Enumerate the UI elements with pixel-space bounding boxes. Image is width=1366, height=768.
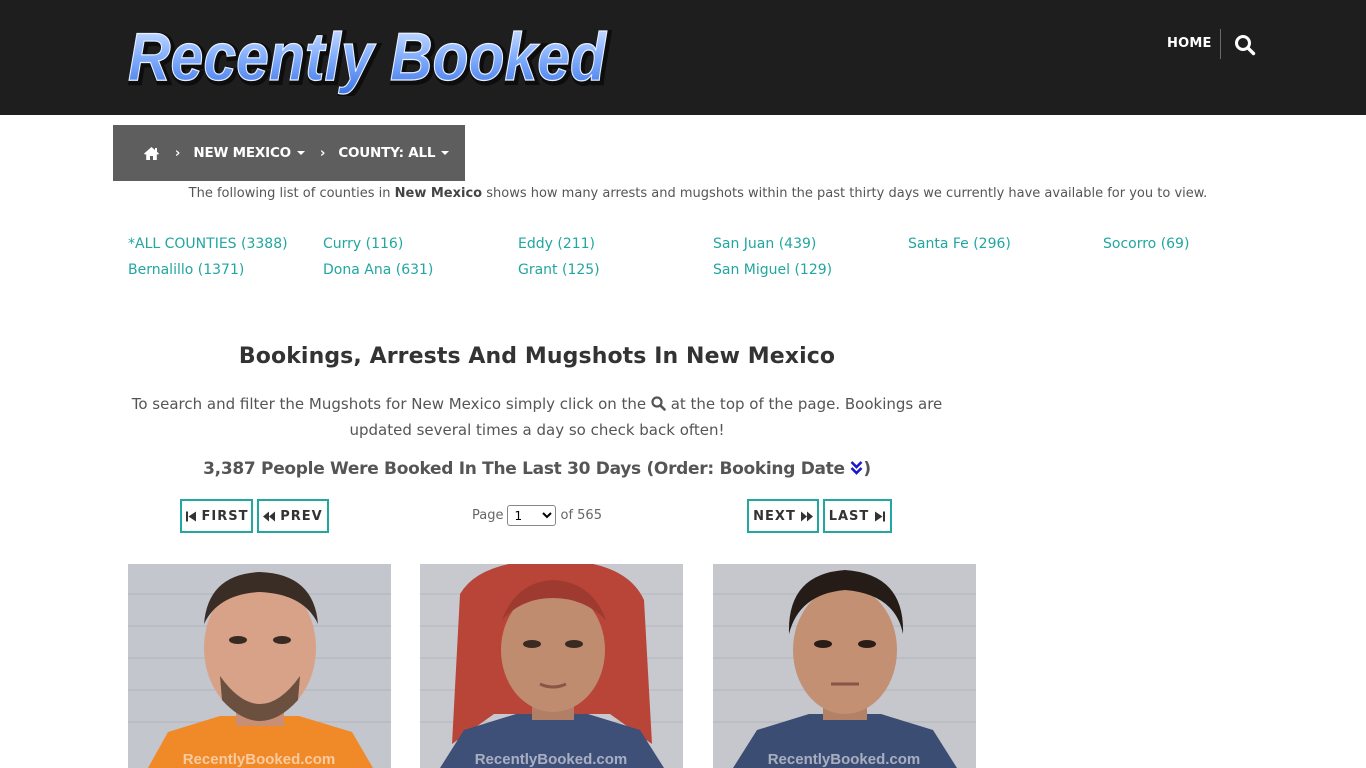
breadcrumb: › NEW MEXICO › COUNTY: ALL xyxy=(113,125,465,181)
mugshot-card[interactable]: RecentlyBooked.com xyxy=(128,564,391,768)
page-select[interactable]: 1 xyxy=(507,505,557,526)
step-backward-icon xyxy=(185,511,196,521)
nav-home-link[interactable]: HOME xyxy=(1167,36,1212,51)
intro-state: New Mexico xyxy=(394,186,483,201)
breadcrumb-state-dropdown[interactable]: NEW MEXICO xyxy=(193,145,305,161)
caret-down-icon xyxy=(296,151,305,155)
county-link-grant[interactable]: Grant (125) xyxy=(518,262,600,278)
site-logo[interactable]: Recently Booked Recently Booked xyxy=(126,16,616,96)
breadcrumb-county-label: COUNTY: ALL xyxy=(338,145,436,161)
county-link-curry[interactable]: Curry (116) xyxy=(323,236,403,252)
backward-icon xyxy=(263,511,276,521)
county-link-eddy[interactable]: Eddy (211) xyxy=(518,236,595,252)
prev-page-button[interactable]: PREV xyxy=(257,499,329,533)
last-page-button[interactable]: LAST xyxy=(823,499,892,533)
svg-text:Recently Booked: Recently Booked xyxy=(128,19,607,95)
intro-text: The following list of counties in New Me… xyxy=(0,186,1366,201)
prev-page-label: PREV xyxy=(280,508,323,524)
breadcrumb-state-label: NEW MEXICO xyxy=(193,145,291,161)
mugshot-card[interactable]: RecentlyBooked.com xyxy=(420,564,683,768)
mugshot-photo: RecentlyBooked.com xyxy=(420,564,683,768)
search-icon xyxy=(651,393,666,411)
page-selector: Page 1 of 565 xyxy=(472,505,602,526)
watermark-text: RecentlyBooked.com xyxy=(183,751,336,768)
double-chevron-down-icon[interactable] xyxy=(850,460,863,476)
intro-after: shows how many arrests and mugshots with… xyxy=(482,186,1208,201)
page-total-label: of 565 xyxy=(560,508,602,523)
step-forward-icon xyxy=(875,511,886,521)
county-link-bernalillo[interactable]: Bernalillo (1371) xyxy=(128,262,244,278)
booked-count: 3,387 People Were Booked In The Last 30 … xyxy=(128,459,946,479)
first-page-label: FIRST xyxy=(201,508,249,524)
county-link-all[interactable]: *ALL COUNTIES (3388) xyxy=(128,236,288,252)
county-link-dona-ana[interactable]: Dona Ana (631) xyxy=(323,262,433,278)
page-label: Page xyxy=(472,508,504,523)
home-icon[interactable] xyxy=(143,146,160,161)
booked-count-close: ) xyxy=(863,459,871,479)
search-icon[interactable] xyxy=(1234,34,1256,56)
intro-before: The following list of counties in xyxy=(188,186,395,201)
search-instructions-before: To search and filter the Mugshots for Ne… xyxy=(131,395,651,413)
mugshot-photo: RecentlyBooked.com xyxy=(128,564,391,768)
next-page-button[interactable]: NEXT xyxy=(747,499,819,533)
county-link-san-miguel[interactable]: San Miguel (129) xyxy=(713,262,832,278)
forward-icon xyxy=(800,511,813,521)
breadcrumb-county-dropdown[interactable]: COUNTY: ALL xyxy=(338,145,450,161)
watermark-text: RecentlyBooked.com xyxy=(475,751,628,768)
booked-count-text: 3,387 People Were Booked In The Last 30 … xyxy=(203,459,851,479)
chevron-right-icon: › xyxy=(175,145,181,161)
first-page-button[interactable]: FIRST xyxy=(180,499,253,533)
mugshot-card[interactable]: RecentlyBooked.com xyxy=(713,564,976,768)
county-link-santa-fe[interactable]: Santa Fe (296) xyxy=(908,236,1011,252)
chevron-right-icon: › xyxy=(319,145,326,161)
watermark-text: RecentlyBooked.com xyxy=(768,751,921,768)
caret-down-icon xyxy=(441,151,450,155)
county-link-san-juan[interactable]: San Juan (439) xyxy=(713,236,816,252)
next-page-label: NEXT xyxy=(753,508,796,524)
last-page-label: LAST xyxy=(828,508,870,524)
county-link-socorro[interactable]: Socorro (69) xyxy=(1103,236,1189,252)
mugshot-photo: RecentlyBooked.com xyxy=(713,564,976,768)
page-title: Bookings, Arrests And Mugshots In New Me… xyxy=(238,344,836,369)
site-header: Recently Booked Recently Booked HOME xyxy=(0,0,1366,115)
search-instructions: To search and filter the Mugshots for Ne… xyxy=(128,391,946,443)
nav-divider xyxy=(1220,29,1221,59)
logo-image: Recently Booked Recently Booked xyxy=(127,18,612,96)
